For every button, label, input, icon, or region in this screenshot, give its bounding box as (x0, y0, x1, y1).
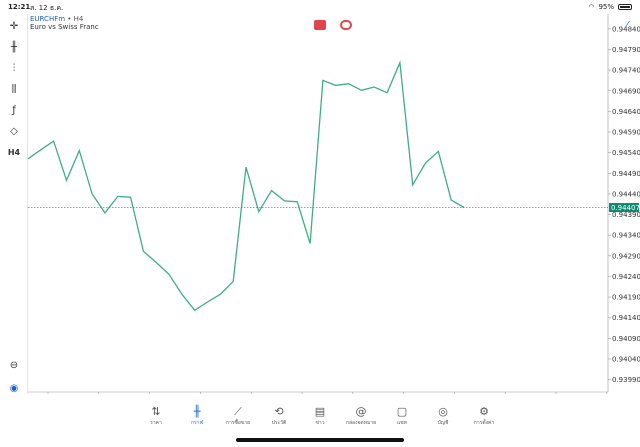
settings-icon: ⚙ (479, 405, 489, 418)
nav-item-5[interactable]: @ กล่องจดหมาย (341, 405, 382, 435)
wifi-icon: ◠ (588, 3, 595, 11)
y-tick-label: 0.93990 (612, 376, 640, 384)
nav-item-4[interactable]: ▤ ข่าว (300, 405, 341, 435)
status-time: 12:21 (8, 3, 31, 11)
nav-item-label: ข่าว (315, 420, 325, 426)
status-bar: 12:21 ส. 12 ธ.ค. ◠ 95% (0, 0, 640, 14)
y-tick-label: 0.94140 (612, 314, 640, 322)
nav-item-3[interactable]: ⟲ ประวัติ (259, 405, 300, 435)
symbol-name: EURCHFm (30, 15, 66, 23)
shapes-icon[interactable]: ◇ (6, 123, 22, 139)
quotes-icon: ⇅ (151, 405, 161, 418)
mailbox-icon: @ (355, 405, 367, 418)
nav-item-8[interactable]: ⚙ การตั้งค่า (464, 405, 505, 435)
sliders-icon[interactable]: ⫼ (6, 81, 22, 97)
battery-percent: 95% (598, 3, 614, 11)
y-tick-label: 0.94090 (612, 335, 640, 343)
y-tick-label: 0.94690 (612, 87, 640, 95)
y-tick-label: 0.94390 (612, 211, 640, 219)
nav-item-label: กราฟ (190, 420, 204, 426)
nav-item-label: ราคา (150, 420, 162, 426)
nav-item-label: กล่องจดหมาย (345, 420, 377, 426)
y-tick-label: 0.94240 (612, 273, 640, 281)
left-toolbar: ✛ ╫ ⫶ ⫼ ƒ ◇ H4 ⊖ ◉ (0, 14, 28, 394)
buy-button[interactable] (340, 20, 352, 30)
y-tick-label: 0.94040 (612, 355, 640, 363)
nav-item-7[interactable]: ◎ บัญชี (423, 405, 464, 435)
chart-area[interactable]: 0.94840 0.94790 0.94740 0.94690 0.94640 0.945… (28, 14, 640, 394)
function-icon[interactable]: ƒ (6, 102, 22, 118)
y-tick-label: 0.94340 (612, 232, 640, 240)
symbol-title: EURCHFm • H4 (30, 15, 83, 23)
nav-item-label: ประวัติ (271, 420, 287, 426)
y-tick-label: 0.94640 (612, 108, 640, 116)
y-tick-label: 0.94490 (612, 170, 640, 178)
zoom-icon[interactable]: ⊖ (6, 357, 22, 373)
price-chart[interactable]: 0.948400.947900.947400.946900.946400.945… (28, 14, 640, 394)
y-tick-label: 0.94740 (612, 67, 640, 75)
nav-item-label: การตั้งค่า (473, 420, 495, 426)
bottom-navigation: ⇅ ราคา ╫ กราฟ ⟋ การซื้อขาย ⟲ ประวัติ ▤ ข่าว @ กล่อง… (0, 405, 640, 435)
home-indicator (236, 438, 404, 442)
chat-icon: ▢ (396, 405, 408, 418)
symbol-timeframe: H4 (73, 15, 84, 23)
nav-item-0[interactable]: ⇅ ราคา (136, 405, 177, 435)
nav-item-1[interactable]: ╫ กราฟ (177, 405, 218, 435)
timeframe-button[interactable]: H4 (6, 144, 22, 160)
indicators-icon[interactable]: ⫶ (6, 60, 22, 76)
y-tick-label: 0.94540 (612, 149, 640, 157)
y-tick-label: 0.94440 (612, 190, 640, 198)
one-click-trading (314, 20, 352, 30)
news-icon: ▤ (314, 405, 326, 418)
battery-icon (618, 4, 632, 10)
current-price-label: 0.94407 (611, 204, 640, 212)
symbol-separator: • (67, 15, 72, 23)
trade-icon: ⟋ (234, 405, 242, 418)
history-icon: ⟲ (274, 405, 284, 418)
account-icon: ◎ (438, 405, 448, 418)
crosshair-icon[interactable]: ✛ (6, 18, 22, 34)
sell-button[interactable] (314, 20, 326, 30)
y-tick-label: 0.94590 (612, 129, 640, 137)
nav-item-label: การซื้อขาย (225, 420, 251, 426)
y-tick-label: 0.94190 (612, 294, 640, 302)
y-tick-label: 0.94290 (612, 252, 640, 260)
trendline-icon[interactable]: ⁄ (626, 20, 628, 31)
y-tick-label: 0.94790 (612, 46, 640, 54)
broker-logo-icon[interactable]: ◉ (6, 380, 22, 396)
nav-item-6[interactable]: ▢ แชท (382, 405, 423, 435)
price-line (28, 60, 465, 312)
nav-item-label: แชท (397, 420, 407, 426)
nav-item-label: บัญชี (437, 420, 449, 426)
nav-item-2[interactable]: ⟋ การซื้อขาย (218, 405, 259, 435)
status-right: ◠ 95% (588, 3, 632, 11)
chart-icon: ╫ (193, 405, 201, 418)
symbol-description: Euro vs Swiss Franc (30, 23, 99, 31)
candlestick-icon[interactable]: ╫ (6, 39, 22, 55)
status-date: ส. 12 ธ.ค. (30, 4, 64, 12)
